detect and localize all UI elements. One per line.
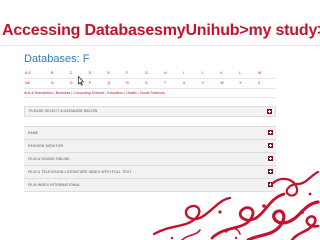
database-select-prompt[interactable]: PLEASE SELECT A DATABASE BELOW: [24, 106, 276, 117]
az-link[interactable]: D: [88, 69, 107, 78]
database-row[interactable]: FASHION MONITOR: [24, 140, 276, 153]
red-swirl-decoration: [152, 170, 320, 240]
az-link[interactable]: L: [238, 69, 257, 78]
az-link[interactable]: K: [219, 69, 238, 78]
az-link[interactable]: I: [182, 69, 201, 78]
az-link[interactable]: A-E: [24, 69, 50, 78]
mouse-cursor-icon: [78, 76, 84, 86]
az-link[interactable]: G: [144, 69, 163, 78]
plus-icon[interactable]: [267, 109, 272, 114]
az-link[interactable]: B: [50, 69, 69, 78]
az-link[interactable]: P: [88, 79, 107, 88]
az-link[interactable]: R: [125, 79, 144, 88]
az-link[interactable]: M: [257, 69, 276, 78]
az-link[interactable]: F: [125, 69, 144, 78]
subject-link[interactable]: Social Sciences: [140, 91, 165, 95]
subject-link[interactable]: Health: [126, 91, 136, 95]
az-index-row-2: NA N O P Q R S T U V W X Z: [24, 79, 276, 89]
az-link[interactable]: X: [238, 79, 257, 88]
az-link[interactable]: NA: [24, 79, 50, 88]
title-divider: [0, 45, 320, 46]
plus-icon[interactable]: [268, 130, 273, 135]
subject-filter-bar: Arts & Humanities|Business|Computing Sci…: [24, 89, 276, 98]
az-link[interactable]: T: [163, 79, 182, 88]
az-link[interactable]: Q: [106, 79, 125, 88]
database-row[interactable]: FAME: [24, 127, 276, 140]
az-link[interactable]: Z: [257, 79, 276, 88]
az-link[interactable]: U: [182, 79, 201, 88]
subject-link[interactable]: Business: [56, 91, 71, 95]
az-index-row-1: A-E B C D E F G H I J K L M: [24, 69, 276, 79]
az-link[interactable]: W: [219, 79, 238, 88]
subject-link[interactable]: Arts & Humanities: [24, 91, 53, 95]
slide-title: Accessing DatabasesmyUnihub>my study>my: [2, 22, 320, 39]
az-link[interactable]: N: [50, 79, 69, 88]
page-heading: Databases: F: [24, 53, 90, 65]
database-name: FILM & TELEVISION LITERATURE INDEX WITH …: [28, 170, 132, 174]
az-link[interactable]: H: [163, 69, 182, 78]
az-link[interactable]: J: [201, 69, 220, 78]
database-name: FILM & SOUND ONLINE: [28, 157, 70, 161]
select-prompt-label: PLEASE SELECT A DATABASE BELOW: [29, 109, 98, 113]
database-name: FASHION MONITOR: [28, 144, 64, 148]
az-link[interactable]: V: [201, 79, 220, 88]
database-name: FAME: [28, 131, 39, 135]
plus-icon[interactable]: [268, 143, 273, 148]
az-link[interactable]: S: [144, 79, 163, 88]
az-link[interactable]: E: [106, 69, 125, 78]
subject-link[interactable]: Computing Science: [73, 91, 104, 95]
database-name: FILM INDEX INTERNATIONAL: [28, 183, 81, 187]
subject-link[interactable]: Education: [107, 91, 123, 95]
